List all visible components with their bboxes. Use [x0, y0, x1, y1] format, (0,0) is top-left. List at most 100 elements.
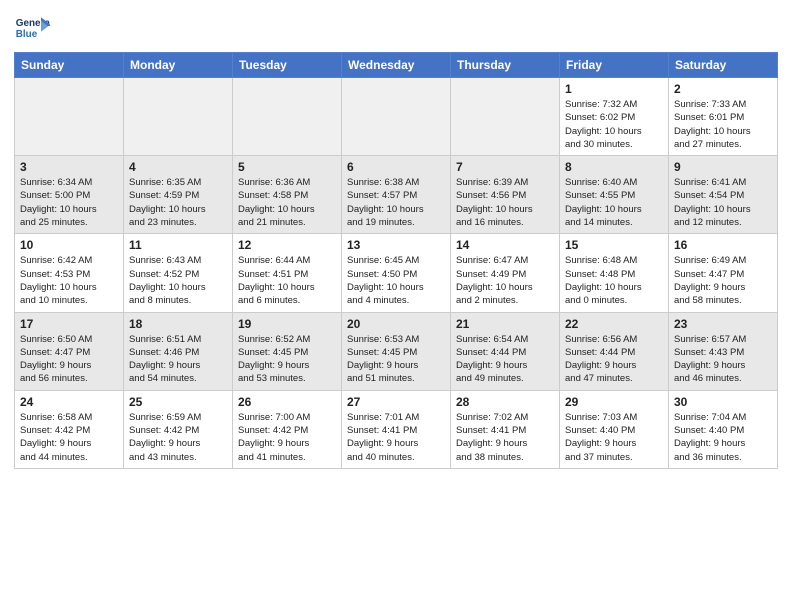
day-detail: Sunrise: 6:51 AM Sunset: 4:46 PM Dayligh… — [129, 333, 227, 386]
day-number: 8 — [565, 160, 663, 174]
day-number: 10 — [20, 238, 118, 252]
day-detail: Sunrise: 7:03 AM Sunset: 4:40 PM Dayligh… — [565, 411, 663, 464]
day-number: 16 — [674, 238, 772, 252]
weekday-header-sunday: Sunday — [15, 53, 124, 78]
day-detail: Sunrise: 7:00 AM Sunset: 4:42 PM Dayligh… — [238, 411, 336, 464]
day-number: 25 — [129, 395, 227, 409]
day-number: 28 — [456, 395, 554, 409]
logo-icon: General Blue — [14, 10, 50, 46]
calendar-day: 30 Sunrise: 7:04 AM Sunset: 4:40 PM Dayli… — [669, 390, 778, 468]
day-detail: Sunrise: 6:39 AM Sunset: 4:56 PM Dayligh… — [456, 176, 554, 229]
day-detail: Sunrise: 7:32 AM Sunset: 6:02 PM Dayligh… — [565, 98, 663, 151]
calendar-day: 26 Sunrise: 7:00 AM Sunset: 4:42 PM Dayli… — [233, 390, 342, 468]
day-number: 11 — [129, 238, 227, 252]
calendar-header-row: SundayMondayTuesdayWednesdayThursdayFrid… — [15, 53, 778, 78]
calendar-day: 9 Sunrise: 6:41 AM Sunset: 4:54 PM Daylig… — [669, 156, 778, 234]
day-detail: Sunrise: 7:02 AM Sunset: 4:41 PM Dayligh… — [456, 411, 554, 464]
day-detail: Sunrise: 7:04 AM Sunset: 4:40 PM Dayligh… — [674, 411, 772, 464]
day-number: 4 — [129, 160, 227, 174]
day-detail: Sunrise: 7:01 AM Sunset: 4:41 PM Dayligh… — [347, 411, 445, 464]
svg-text:Blue: Blue — [16, 29, 38, 40]
calendar-day: 27 Sunrise: 7:01 AM Sunset: 4:41 PM Dayli… — [342, 390, 451, 468]
day-number: 9 — [674, 160, 772, 174]
day-number: 26 — [238, 395, 336, 409]
calendar-week-5: 24 Sunrise: 6:58 AM Sunset: 4:42 PM Dayli… — [15, 390, 778, 468]
day-detail: Sunrise: 6:57 AM Sunset: 4:43 PM Dayligh… — [674, 333, 772, 386]
calendar-day: 8 Sunrise: 6:40 AM Sunset: 4:55 PM Daylig… — [560, 156, 669, 234]
calendar-day: 7 Sunrise: 6:39 AM Sunset: 4:56 PM Daylig… — [451, 156, 560, 234]
calendar-day: 11Sunrise: 6:43 AM Sunset: 4:52 PM Dayli… — [124, 234, 233, 312]
day-number: 22 — [565, 317, 663, 331]
calendar-day: 12 Sunrise: 6:44 AM Sunset: 4:51 PM Dayli… — [233, 234, 342, 312]
day-detail: Sunrise: 6:41 AM Sunset: 4:54 PM Dayligh… — [674, 176, 772, 229]
calendar-day: 28 Sunrise: 7:02 AM Sunset: 4:41 PM Dayli… — [451, 390, 560, 468]
day-detail: Sunrise: 6:44 AM Sunset: 4:51 PM Dayligh… — [238, 254, 336, 307]
day-detail: Sunrise: 6:38 AM Sunset: 4:57 PM Dayligh… — [347, 176, 445, 229]
day-detail: Sunrise: 6:35 AM Sunset: 4:59 PM Dayligh… — [129, 176, 227, 229]
day-detail: Sunrise: 6:49 AM Sunset: 4:47 PM Dayligh… — [674, 254, 772, 307]
weekday-header-tuesday: Tuesday — [233, 53, 342, 78]
day-detail: Sunrise: 6:48 AM Sunset: 4:48 PM Dayligh… — [565, 254, 663, 307]
calendar-day: 18 Sunrise: 6:51 AM Sunset: 4:46 PM Dayli… — [124, 312, 233, 390]
calendar-day: 24 Sunrise: 6:58 AM Sunset: 4:42 PM Dayli… — [15, 390, 124, 468]
day-detail: Sunrise: 6:59 AM Sunset: 4:42 PM Dayligh… — [129, 411, 227, 464]
day-detail: Sunrise: 6:58 AM Sunset: 4:42 PM Dayligh… — [20, 411, 118, 464]
weekday-header-monday: Monday — [124, 53, 233, 78]
calendar-day: 13 Sunrise: 6:45 AM Sunset: 4:50 PM Dayli… — [342, 234, 451, 312]
weekday-header-wednesday: Wednesday — [342, 53, 451, 78]
day-number: 21 — [456, 317, 554, 331]
calendar-day: 15Sunrise: 6:48 AM Sunset: 4:48 PM Dayli… — [560, 234, 669, 312]
day-number: 5 — [238, 160, 336, 174]
calendar-day: 17 Sunrise: 6:50 AM Sunset: 4:47 PM Dayli… — [15, 312, 124, 390]
calendar-day — [451, 78, 560, 156]
day-number: 12 — [238, 238, 336, 252]
day-number: 30 — [674, 395, 772, 409]
day-detail: Sunrise: 6:34 AM Sunset: 5:00 PM Dayligh… — [20, 176, 118, 229]
day-detail: Sunrise: 6:40 AM Sunset: 4:55 PM Dayligh… — [565, 176, 663, 229]
day-detail: Sunrise: 6:42 AM Sunset: 4:53 PM Dayligh… — [20, 254, 118, 307]
calendar-day: 22 Sunrise: 6:56 AM Sunset: 4:44 PM Dayli… — [560, 312, 669, 390]
day-number: 17 — [20, 317, 118, 331]
day-number: 2 — [674, 82, 772, 96]
calendar-day: 6Sunrise: 6:38 AM Sunset: 4:57 PM Daylig… — [342, 156, 451, 234]
calendar-day: 1 Sunrise: 7:32 AM Sunset: 6:02 PM Daylig… — [560, 78, 669, 156]
day-detail: Sunrise: 6:36 AM Sunset: 4:58 PM Dayligh… — [238, 176, 336, 229]
calendar-day: 5 Sunrise: 6:36 AM Sunset: 4:58 PM Daylig… — [233, 156, 342, 234]
day-number: 20 — [347, 317, 445, 331]
calendar-day — [124, 78, 233, 156]
calendar-day — [342, 78, 451, 156]
calendar-day: 4 Sunrise: 6:35 AM Sunset: 4:59 PM Daylig… — [124, 156, 233, 234]
calendar-day: 29 Sunrise: 7:03 AM Sunset: 4:40 PM Dayli… — [560, 390, 669, 468]
day-number: 3 — [20, 160, 118, 174]
day-number: 29 — [565, 395, 663, 409]
day-detail: Sunrise: 6:47 AM Sunset: 4:49 PM Dayligh… — [456, 254, 554, 307]
day-number: 24 — [20, 395, 118, 409]
page-wrapper: General Blue SundayMondayTuesdayWednesda… — [0, 0, 792, 483]
calendar-day: 2Sunrise: 7:33 AM Sunset: 6:01 PM Daylig… — [669, 78, 778, 156]
calendar-day: 16 Sunrise: 6:49 AM Sunset: 4:47 PM Dayli… — [669, 234, 778, 312]
day-number: 13 — [347, 238, 445, 252]
calendar-day — [233, 78, 342, 156]
day-detail: Sunrise: 6:45 AM Sunset: 4:50 PM Dayligh… — [347, 254, 445, 307]
calendar-week-4: 17 Sunrise: 6:50 AM Sunset: 4:47 PM Dayli… — [15, 312, 778, 390]
weekday-header-saturday: Saturday — [669, 53, 778, 78]
weekday-header-thursday: Thursday — [451, 53, 560, 78]
calendar-day — [15, 78, 124, 156]
day-number: 23 — [674, 317, 772, 331]
day-detail: Sunrise: 6:50 AM Sunset: 4:47 PM Dayligh… — [20, 333, 118, 386]
calendar-day: 25 Sunrise: 6:59 AM Sunset: 4:42 PM Dayli… — [124, 390, 233, 468]
weekday-header-friday: Friday — [560, 53, 669, 78]
calendar-day: 21Sunrise: 6:54 AM Sunset: 4:44 PM Dayli… — [451, 312, 560, 390]
calendar-day: 23 Sunrise: 6:57 AM Sunset: 4:43 PM Dayli… — [669, 312, 778, 390]
day-number: 7 — [456, 160, 554, 174]
day-number: 27 — [347, 395, 445, 409]
logo: General Blue — [14, 10, 50, 46]
day-number: 1 — [565, 82, 663, 96]
calendar: SundayMondayTuesdayWednesdayThursdayFrid… — [14, 52, 778, 469]
calendar-day: 19Sunrise: 6:52 AM Sunset: 4:45 PM Dayli… — [233, 312, 342, 390]
calendar-week-1: 1 Sunrise: 7:32 AM Sunset: 6:02 PM Daylig… — [15, 78, 778, 156]
day-detail: Sunrise: 6:56 AM Sunset: 4:44 PM Dayligh… — [565, 333, 663, 386]
day-detail: Sunrise: 6:52 AM Sunset: 4:45 PM Dayligh… — [238, 333, 336, 386]
header: General Blue — [14, 10, 778, 46]
day-number: 18 — [129, 317, 227, 331]
